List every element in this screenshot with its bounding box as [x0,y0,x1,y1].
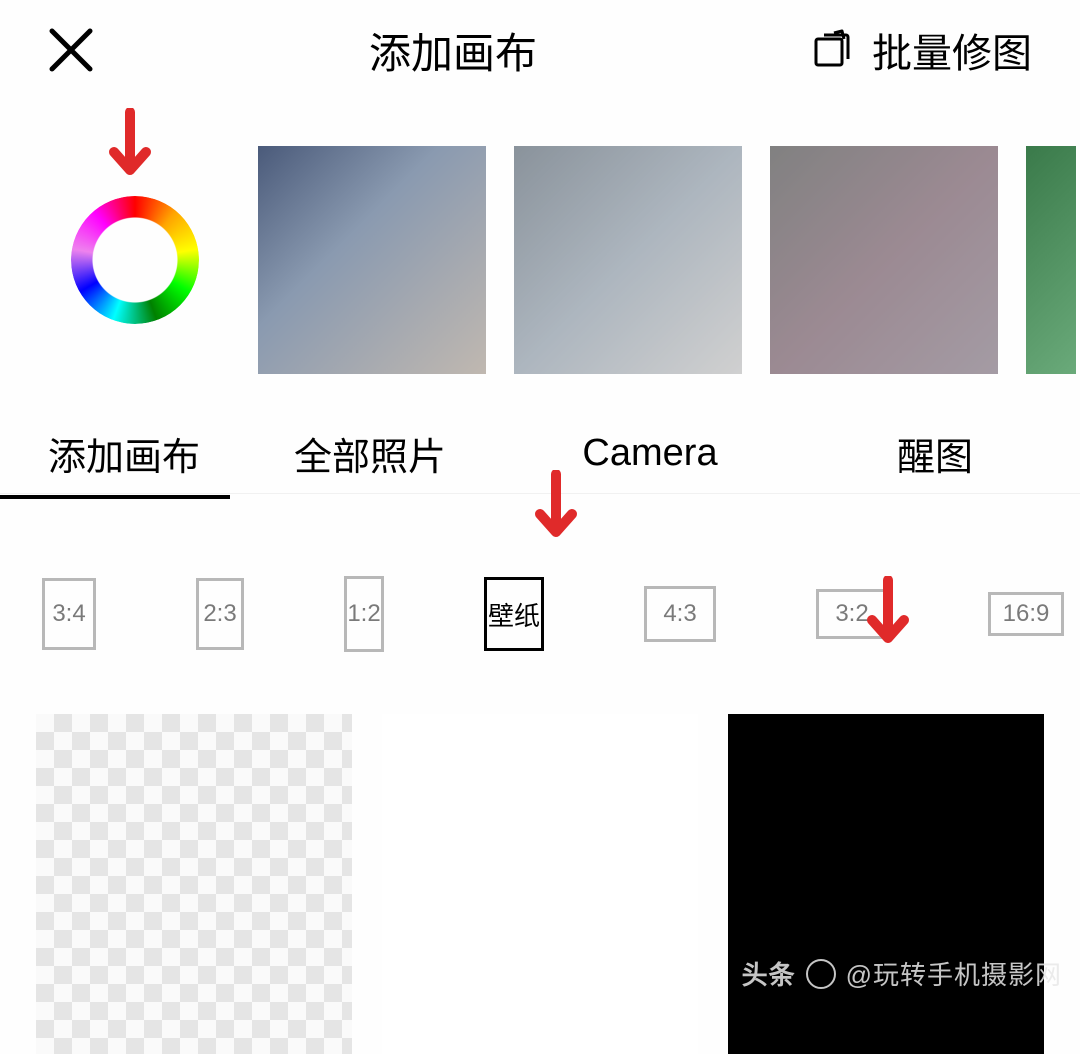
tab-add-canvas[interactable]: 添加画布 [0,426,230,481]
template-thumbnail[interactable] [258,146,486,374]
swatch-black[interactable] [728,714,1044,1054]
ratio-16-9[interactable]: 16:9 [988,592,1064,636]
ratio-1-2[interactable]: 1:2 [344,576,384,652]
tab-label: 全部照片 [294,437,446,479]
watermark-handle: @玩转手机摄影网 [846,955,1062,992]
ratio-label: 16:9 [1003,600,1050,628]
template-strip [0,120,1080,400]
swatch-white[interactable] [382,714,698,1054]
watermark-brand: 头条 [742,955,796,992]
swatch-transparent[interactable] [36,714,352,1054]
tab-label: 添加画布 [48,437,200,479]
ratio-label: 壁纸 [488,596,540,633]
batch-edit-icon [812,29,854,71]
tab-label: Camera [582,432,717,474]
ratio-4-3[interactable]: 4:3 [644,586,716,642]
close-button[interactable] [48,27,94,73]
ratio-label: 3:2 [835,600,868,628]
tab-all-photos[interactable]: 全部照片 [230,426,510,481]
close-icon [48,27,94,73]
tab-label: 醒图 [897,437,973,479]
ratio-label: 2:3 [203,600,236,628]
canvas-color-swatches [0,714,1080,1054]
ratio-3-4[interactable]: 3:4 [42,578,96,650]
ratio-label: 3:4 [52,600,85,628]
aspect-ratio-row: 3:4 2:3 1:2 壁纸 4:3 3:2 16:9 [0,554,1080,674]
tab-camera[interactable]: Camera [510,432,790,475]
ratio-wallpaper[interactable]: 壁纸 [484,577,544,651]
page-title: 添加画布 [369,20,537,81]
watermark: 头条 @玩转手机摄影网 [742,955,1062,992]
template-thumbnail[interactable] [770,146,998,374]
ratio-3-2[interactable]: 3:2 [816,589,888,639]
watermark-circle-icon [806,959,836,989]
ratio-label: 1:2 [347,600,380,628]
ratio-2-3[interactable]: 2:3 [196,578,244,650]
color-picker-button[interactable] [40,196,230,324]
tab-xingtu[interactable]: 醒图 [790,426,1080,481]
template-thumbnail[interactable] [514,146,742,374]
template-thumbnail[interactable] [1026,146,1076,374]
color-wheel-icon [71,196,199,324]
batch-edit-label: 批量修图 [872,21,1032,79]
album-tabs: 添加画布 全部照片 Camera 醒图 [0,414,1080,494]
ratio-label: 4:3 [663,600,696,628]
batch-edit-button[interactable]: 批量修图 [812,21,1032,79]
